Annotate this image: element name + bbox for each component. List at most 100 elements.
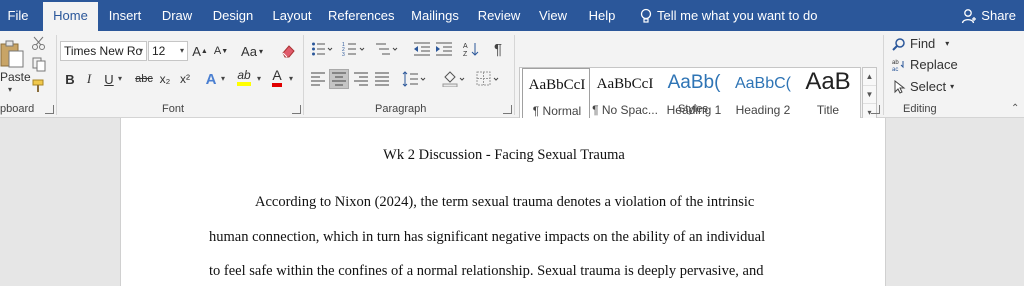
- styles-group-label: Styles: [678, 103, 708, 115]
- change-case-button[interactable]: Aa ▾: [238, 41, 266, 61]
- multilevel-list-icon: [376, 43, 398, 55]
- tab-help[interactable]: Help: [584, 0, 620, 31]
- select-button[interactable]: Select ▾: [892, 79, 954, 94]
- chevron-down-icon: ▾: [289, 74, 294, 83]
- format-painter-icon[interactable]: [31, 78, 49, 96]
- document-title: Wk 2 Discussion - Facing Sexual Trauma: [383, 147, 625, 163]
- highlight-button[interactable]: ab: [233, 67, 255, 87]
- grow-font-button[interactable]: A ▲: [192, 41, 208, 61]
- cut-icon[interactable]: [31, 35, 49, 53]
- style-heading-2[interactable]: AaBbC( Heading 2: [729, 68, 797, 121]
- svg-text:ac: ac: [892, 67, 898, 72]
- style-sample: AaBbC(: [734, 75, 792, 92]
- justify-icon: [375, 72, 389, 86]
- tab-layout[interactable]: Layout: [268, 0, 316, 31]
- document-line-2: human connection, which in turn has sign…: [209, 229, 766, 245]
- line-spacing-icon: [402, 71, 426, 87]
- strikethrough-button[interactable]: abc: [134, 69, 154, 89]
- tell-me-search[interactable]: Tell me what you want to do: [640, 0, 817, 31]
- font-launcher[interactable]: [292, 105, 301, 114]
- decrease-indent-icon: [414, 42, 430, 56]
- text-effects-button[interactable]: A: [203, 69, 219, 89]
- tab-mailings[interactable]: Mailings: [406, 0, 464, 31]
- chevron-down-icon[interactable]: ▼: [863, 86, 876, 104]
- style-name: ¶ No Spac...: [592, 103, 658, 117]
- shrink-font-button[interactable]: A ▼: [213, 41, 229, 61]
- clipboard-launcher[interactable]: [45, 105, 54, 114]
- bullets-button[interactable]: [309, 39, 335, 59]
- numbered-list-icon: 123: [342, 42, 365, 57]
- group-divider: [883, 35, 884, 115]
- group-divider: [56, 35, 57, 115]
- find-button[interactable]: Find ▾: [892, 36, 949, 51]
- align-center-button[interactable]: [329, 69, 349, 89]
- paste-button[interactable]: Paste ▾: [0, 35, 31, 95]
- multilevel-list-button[interactable]: [373, 39, 401, 59]
- group-divider: [514, 35, 515, 115]
- style-no-spacing[interactable]: AaBbCcI ¶ No Spac...: [591, 68, 659, 121]
- sort-icon: AZ: [463, 43, 479, 57]
- underline-button[interactable]: U: [100, 69, 118, 89]
- tab-draw[interactable]: Draw: [157, 0, 197, 31]
- style-sample: AaBbCcI: [528, 77, 586, 93]
- tab-design[interactable]: Design: [210, 0, 256, 31]
- cursor-arrow-icon: [894, 79, 906, 94]
- styles-launcher[interactable]: [871, 105, 880, 114]
- copy-icon[interactable]: [31, 56, 49, 74]
- editing-group-label: Editing: [903, 103, 937, 115]
- superscript-button[interactable]: x²: [177, 69, 193, 89]
- document-page[interactable]: Wk 2 Discussion - Facing Sexual Trauma A…: [120, 118, 886, 286]
- bullet-list-icon: [312, 42, 333, 56]
- group-divider: [303, 35, 304, 115]
- numbering-button[interactable]: 123: [340, 39, 368, 59]
- chevron-up-icon[interactable]: ▲: [863, 68, 876, 86]
- chevron-down-icon: ▾: [257, 74, 262, 83]
- tab-insert[interactable]: Insert: [104, 0, 146, 31]
- style-title[interactable]: AaB Title: [794, 68, 862, 121]
- show-marks-button[interactable]: ¶: [490, 39, 506, 59]
- paragraph-launcher[interactable]: [503, 105, 512, 114]
- share-button[interactable]: Share: [961, 0, 1016, 31]
- tab-review[interactable]: Review: [476, 0, 522, 31]
- replace-button[interactable]: ab ac Replace: [892, 57, 958, 72]
- borders-button[interactable]: [474, 69, 502, 89]
- chevron-down-icon: ▾: [138, 46, 143, 55]
- clipboard-icon: [0, 40, 24, 68]
- chevron-down-icon: ▾: [118, 74, 123, 83]
- bold-button[interactable]: B: [62, 69, 78, 89]
- decrease-indent-button[interactable]: [412, 39, 432, 59]
- style-normal[interactable]: AaBbCcI ¶ Normal: [522, 68, 590, 121]
- font-size-value: 12: [152, 44, 166, 58]
- collapse-ribbon-icon[interactable]: ⌃: [1011, 103, 1019, 114]
- tab-view[interactable]: View: [534, 0, 572, 31]
- svg-text:3: 3: [342, 52, 345, 57]
- font-name-value: Times New Ro: [64, 44, 143, 58]
- font-name-combo[interactable]: Times New Ro ▾: [60, 41, 147, 61]
- style-sample: AaBb(: [667, 72, 721, 93]
- ribbon-tab-bar: File Home Insert Draw Design Layout Refe…: [0, 0, 1024, 31]
- line-spacing-button[interactable]: [400, 69, 428, 89]
- chevron-down-icon: ▾: [179, 46, 184, 55]
- increase-indent-button[interactable]: [434, 39, 454, 59]
- justify-button[interactable]: [373, 69, 391, 89]
- sort-button[interactable]: AZ: [462, 39, 480, 59]
- align-center-icon: [332, 72, 346, 86]
- italic-button[interactable]: I: [82, 69, 96, 89]
- increase-indent-icon: [436, 42, 452, 56]
- find-label: Find: [910, 36, 936, 51]
- select-label: Select: [910, 79, 947, 94]
- style-name: Title: [816, 103, 840, 117]
- paste-label: Paste: [0, 70, 31, 84]
- ribbon-home: Paste ▾ pboard Times New Ro ▾ 12 ▾ A ▲ A ▼…: [0, 31, 1024, 122]
- tab-file[interactable]: File: [0, 0, 36, 31]
- replace-icon: abac: [892, 60, 904, 72]
- align-left-button[interactable]: [309, 69, 327, 89]
- font-size-combo[interactable]: 12 ▾: [148, 41, 188, 61]
- tab-references[interactable]: References: [328, 0, 394, 31]
- tab-home[interactable]: Home: [43, 2, 98, 31]
- clear-formatting-button[interactable]: [279, 41, 297, 61]
- subscript-button[interactable]: x₂: [157, 69, 173, 89]
- shading-button[interactable]: [440, 69, 468, 89]
- font-color-button[interactable]: A: [269, 67, 285, 87]
- align-right-button[interactable]: [352, 69, 370, 89]
